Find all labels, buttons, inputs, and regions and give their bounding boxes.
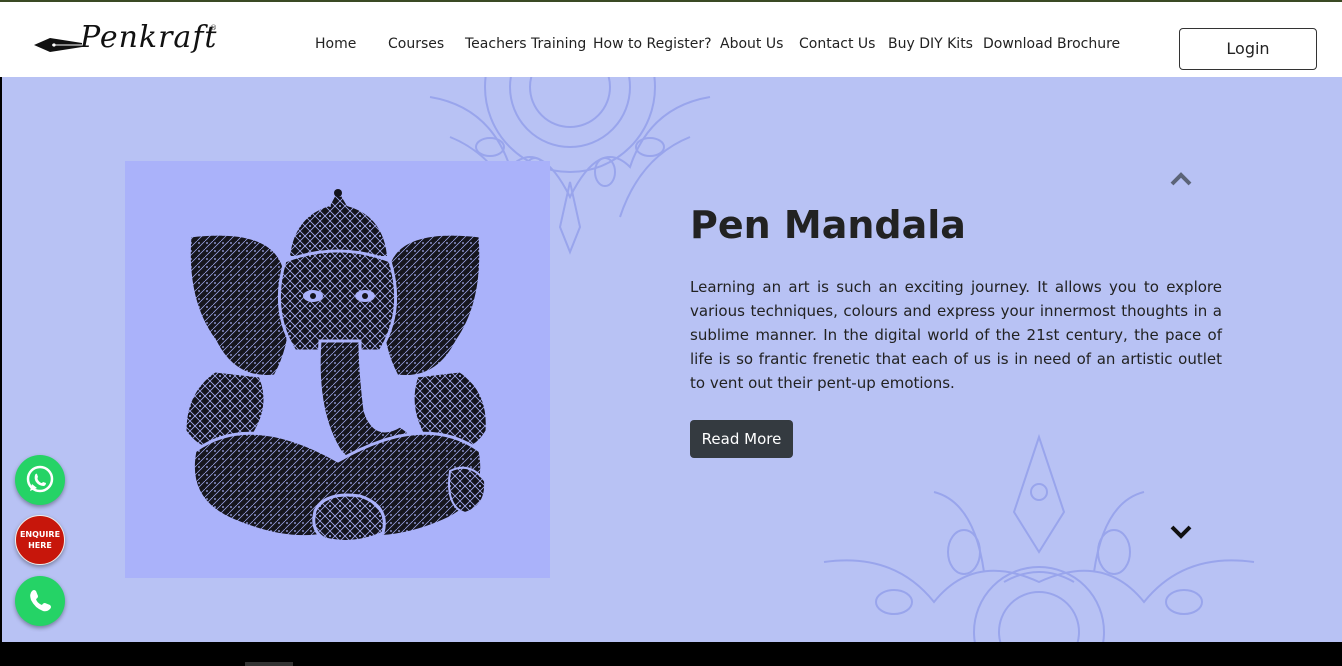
hero-slide: Pen Mandala Learning an art is such an e… bbox=[2, 77, 1342, 642]
bottom-bar bbox=[0, 642, 1342, 666]
logo-text: Penkraft bbox=[80, 20, 218, 55]
chevron-up-icon bbox=[1170, 172, 1192, 186]
site-header: Penkraft ® Home Courses Teachers Trainin… bbox=[0, 2, 1342, 77]
whatsapp-button[interactable] bbox=[15, 455, 65, 505]
nav-how-to-register[interactable]: How to Register? bbox=[593, 36, 712, 52]
chevron-down-icon bbox=[1170, 525, 1192, 539]
nav-buy-diy-kits[interactable]: Buy DIY Kits bbox=[888, 36, 973, 52]
phone-icon bbox=[30, 590, 51, 612]
background-mandala-bottom bbox=[823, 433, 1255, 642]
slide-description: Learning an art is such an exciting jour… bbox=[690, 278, 1222, 392]
nav-contact-us[interactable]: Contact Us bbox=[799, 36, 875, 52]
read-more-button[interactable]: Read More bbox=[690, 420, 793, 458]
nav-courses[interactable]: Courses bbox=[388, 36, 444, 52]
enquire-label: ENQUIRE HERE bbox=[19, 530, 61, 550]
slider-up-button[interactable] bbox=[1170, 171, 1192, 191]
ganesha-mandala-illustration bbox=[183, 189, 489, 543]
login-button[interactable]: Login bbox=[1179, 28, 1317, 70]
pen-nib-icon bbox=[34, 38, 82, 52]
penkraft-logo[interactable]: Penkraft ® bbox=[32, 20, 222, 64]
slider-down-button[interactable] bbox=[1170, 524, 1192, 544]
phone-button[interactable] bbox=[15, 576, 65, 626]
whatsapp-icon bbox=[26, 465, 54, 493]
nav-about-us[interactable]: About Us bbox=[720, 36, 783, 52]
nav-home[interactable]: Home bbox=[315, 36, 356, 52]
nav-teachers-training[interactable]: Teachers Training bbox=[465, 36, 586, 52]
artwork-panel bbox=[125, 161, 550, 578]
bottom-scroll-indicator bbox=[245, 662, 293, 666]
slide-title: Pen Mandala bbox=[690, 203, 966, 247]
nav-download-brochure[interactable]: Download Brochure bbox=[983, 36, 1120, 52]
enquire-button[interactable]: ENQUIRE HERE bbox=[15, 515, 65, 565]
registered-mark: ® bbox=[210, 24, 217, 32]
